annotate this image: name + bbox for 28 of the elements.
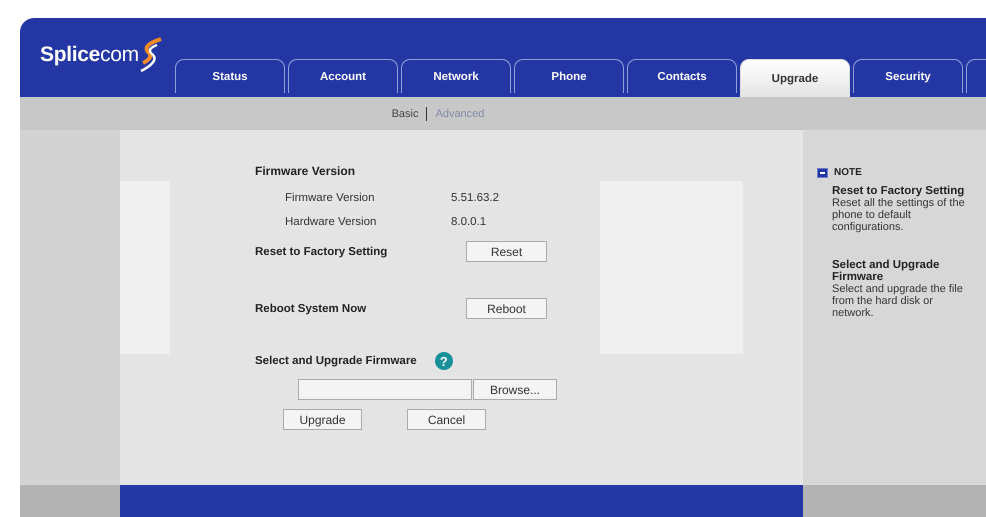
nav-tab[interactable]: Contacts — [627, 59, 737, 93]
file-path-field[interactable] — [298, 379, 472, 400]
reboot-button[interactable]: Reboot — [466, 298, 547, 319]
note-text: Select and Upgrade Firmware Select and upgrade the file from the hard disk or network. — [831, 259, 964, 319]
field-label: Hardware Version — [284, 216, 378, 228]
setting-label: Select and Upgrade Firmware — [255, 355, 417, 367]
action-button[interactable]: Upgrade — [283, 409, 362, 430]
help-icon[interactable]: ? — [434, 352, 453, 370]
reset-button[interactable]: Reset — [466, 241, 547, 262]
nav-tab[interactable]: Security — [853, 59, 963, 93]
action-button[interactable]: Cancel — [407, 409, 486, 430]
logo-text: Splicecom — [40, 43, 139, 67]
field-value: 8.0.0.1 — [451, 216, 486, 228]
note-text: Reset to Factory Setting Reset all the settings of the phone to default configurations. — [831, 185, 966, 233]
subnav-link[interactable]: Basic — [392, 108, 418, 120]
nav-tab[interactable]: Status — [175, 59, 285, 93]
setting-label: Reboot System Now — [255, 302, 368, 314]
nav-tab[interactable]: Account — [288, 59, 398, 93]
note-icon — [817, 168, 828, 178]
nav-tab[interactable]: Upgrade — [740, 59, 850, 97]
browse-button[interactable]: Browse... — [473, 379, 557, 400]
field-label: Firmware Version — [284, 192, 376, 204]
setting-label: Reset to Factory Setting — [255, 246, 388, 258]
section-heading: Firmware Version — [255, 164, 356, 178]
field-value: 5.51.63.2 — [451, 192, 499, 204]
nav-tab[interactable]: Phone — [514, 59, 624, 93]
note-title: NOTE — [834, 167, 862, 178]
nav-tab[interactable]: Network — [401, 59, 511, 93]
